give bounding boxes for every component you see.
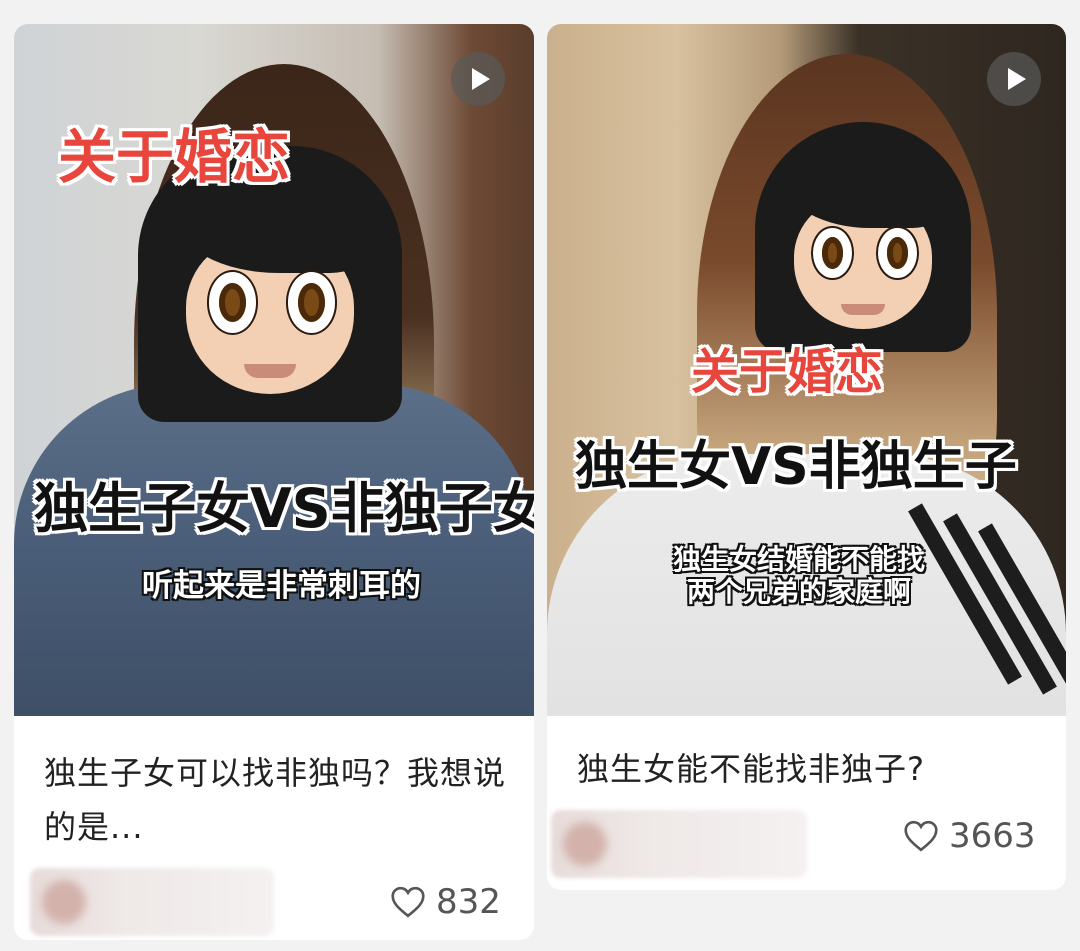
author-info[interactable] <box>30 868 274 936</box>
post-title[interactable]: 独生子女可以找非独吗？我想说的是... <box>44 746 514 854</box>
cover-tag-text: 关于婚恋 <box>58 123 291 191</box>
post-card[interactable]: 关于婚恋 独生女VS非独生子 独生女结婚能不能找 两个兄弟的家庭啊 独生女能不能… <box>547 24 1066 890</box>
heart-icon <box>904 820 938 852</box>
like-button[interactable]: 3663 <box>903 816 1036 856</box>
cover-clothing <box>14 384 534 716</box>
cover-tag-text: 关于婚恋 <box>691 344 884 400</box>
like-button[interactable]: 832 <box>390 882 501 922</box>
play-icon[interactable] <box>987 52 1041 106</box>
author-info[interactable] <box>551 810 807 878</box>
like-count: 3663 <box>949 816 1036 856</box>
heart-icon <box>391 886 425 918</box>
post-title[interactable]: 独生女能不能找非独子? <box>577 742 1047 796</box>
video-cover[interactable]: 关于婚恋 独生女VS非独生子 独生女结婚能不能找 两个兄弟的家庭啊 <box>547 24 1066 716</box>
video-cover[interactable]: 关于婚恋 独生子女VS非独子女 听起来是非常刺耳的 <box>14 24 534 716</box>
cover-subtitle-text: 独生女结婚能不能找 两个兄弟的家庭啊 <box>673 543 926 609</box>
face-sticker-icon <box>755 122 971 352</box>
play-icon[interactable] <box>451 52 505 106</box>
cover-title-text: 独生子女VS非独子女 <box>34 477 534 540</box>
cover-subtitle-text: 听起来是非常刺耳的 <box>142 568 421 604</box>
cover-title-text: 独生女VS非独生子 <box>575 437 1017 497</box>
like-count: 832 <box>436 882 501 922</box>
post-card[interactable]: 关于婚恋 独生子女VS非独子女 听起来是非常刺耳的 独生子女可以找非独吗？我想说… <box>14 24 534 940</box>
